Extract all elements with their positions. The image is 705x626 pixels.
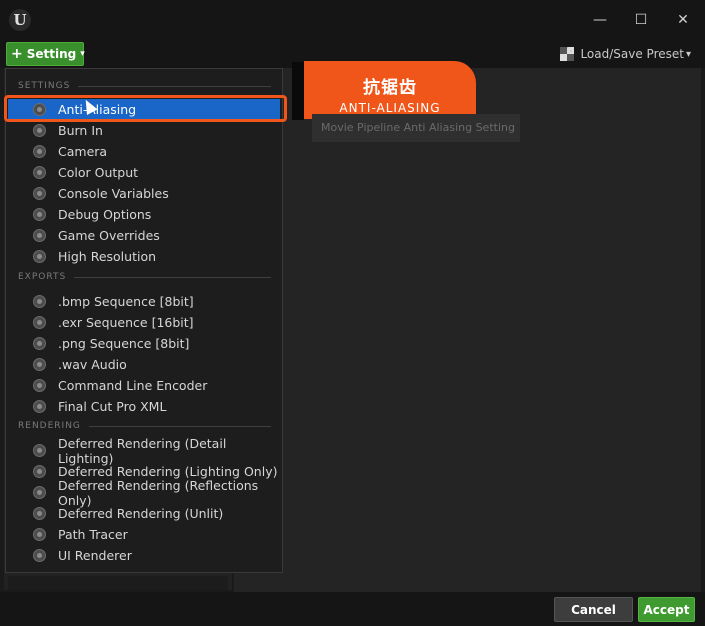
setting-dropdown-menu: SETTINGS Anti-Aliasing Burn In Camera Color … (5, 68, 283, 573)
menu-item[interactable]: Game Overrides (8, 225, 280, 246)
banner-title-cn: 抗锯齿 (363, 78, 417, 98)
menu-item-label: .bmp Sequence [8bit] (58, 294, 194, 309)
setting-type-icon (33, 229, 46, 242)
menu-item[interactable]: Camera (8, 141, 280, 162)
menu-item[interactable]: Deferred Rendering (Unlit) (8, 503, 280, 524)
setting-type-icon (33, 124, 46, 137)
setting-type-icon (33, 465, 46, 478)
setting-type-icon (33, 316, 46, 329)
minimize-icon[interactable]: — (586, 8, 614, 32)
setting-type-icon (33, 549, 46, 562)
footer: Cancel Accept (0, 592, 705, 626)
setting-type-icon (33, 444, 46, 457)
menu-item[interactable]: Deferred Rendering (Detail Lighting) (8, 436, 280, 466)
menu-item[interactable]: .png Sequence [8bit] (8, 333, 280, 354)
movie-render-settings-window: U — ☐ ✕ + Setting ▾ Load/Save Preset ▾ 抗… (0, 0, 705, 626)
menu-item-label: Path Tracer (58, 527, 128, 542)
setting-type-icon (33, 358, 46, 371)
menu-item[interactable]: Deferred Rendering (Reflections Only) (8, 478, 280, 508)
setting-type-icon (33, 187, 46, 200)
menu-item[interactable]: High Resolution (8, 246, 280, 267)
menu-item-label: Deferred Rendering (Unlit) (58, 506, 224, 521)
menu-item-label: .wav Audio (58, 357, 127, 372)
preset-label: Load/Save Preset (580, 47, 684, 61)
setting-type-icon (33, 295, 46, 308)
anti-aliasing-banner: 抗锯齿 ANTI-ALIASING (304, 61, 476, 119)
menu-item[interactable]: Final Cut Pro XML (8, 396, 280, 417)
setting-type-icon (33, 507, 46, 520)
setting-type-icon (33, 208, 46, 221)
accept-button[interactable]: Accept (638, 597, 695, 622)
menu-item-label: Burn In (58, 123, 103, 138)
banner-title-en: ANTI-ALIASING (339, 101, 441, 115)
caret-down-icon: ▾ (685, 48, 691, 60)
menu-item-label: Console Variables (58, 186, 169, 201)
menu-item[interactable]: .wav Audio (8, 354, 280, 375)
item-tooltip: Movie Pipeline Anti Aliasing Setting (312, 114, 520, 142)
add-setting-button[interactable]: + Setting ▾ (6, 42, 85, 66)
menu-item[interactable]: Command Line Encoder (8, 375, 280, 396)
section-divider (74, 276, 271, 278)
section-title: EXPORTS (18, 272, 67, 282)
menu-item[interactable]: .exr Sequence [16bit] (8, 312, 280, 333)
menu-item-label: Command Line Encoder (58, 378, 208, 393)
maximize-icon[interactable]: ☐ (627, 8, 655, 32)
menu-item-label: Debug Options (58, 207, 152, 222)
preset-checker-icon (560, 47, 575, 61)
menu-item-label: Game Overrides (58, 228, 160, 243)
setting-type-icon (33, 528, 46, 541)
setting-type-icon (33, 145, 46, 158)
menu-item-label: .png Sequence [8bit] (58, 336, 190, 351)
section-divider (88, 425, 271, 427)
menu-item[interactable]: Burn In (8, 120, 280, 141)
selection-highlight-frame (4, 95, 287, 122)
section-title: SETTINGS (18, 81, 71, 91)
section-title: RENDERING (18, 421, 81, 431)
caret-down-icon: ▾ (80, 49, 85, 59)
menu-item-label: Final Cut Pro XML (58, 399, 167, 414)
menu-item-label: UI Renderer (58, 548, 132, 563)
close-icon[interactable]: ✕ (669, 8, 697, 32)
title-bar: U — ☐ ✕ (0, 0, 705, 40)
menu-item[interactable]: Color Output (8, 162, 280, 183)
setting-type-icon (33, 400, 46, 413)
menu-section-header: SETTINGS (18, 79, 271, 93)
setting-type-icon (33, 166, 46, 179)
setting-type-icon (33, 379, 46, 392)
menu-item-label: High Resolution (58, 249, 157, 264)
load-save-preset-button[interactable]: Load/Save Preset ▾ (560, 45, 691, 63)
menu-item[interactable]: Console Variables (8, 183, 280, 204)
menu-item[interactable]: Path Tracer (8, 524, 280, 545)
menu-item[interactable]: Debug Options (8, 204, 280, 225)
section-divider (78, 85, 271, 87)
unreal-logo-icon: U (9, 9, 31, 31)
setting-button-label: Setting (26, 47, 77, 61)
panel-scroll-strip (8, 576, 228, 590)
menu-item[interactable]: .bmp Sequence [8bit] (8, 291, 280, 312)
menu-item-label: .exr Sequence [16bit] (58, 315, 194, 330)
setting-type-icon (33, 250, 46, 263)
details-panel (234, 68, 701, 592)
menu-item[interactable]: UI Renderer (8, 545, 280, 566)
menu-section-header: EXPORTS (18, 270, 271, 284)
setting-type-icon (33, 486, 46, 499)
menu-item-label: Camera (58, 144, 108, 159)
panel-divider (292, 62, 304, 120)
menu-section-header: RENDERING (18, 419, 271, 433)
menu-item-label: Color Output (58, 165, 139, 180)
cancel-button[interactable]: Cancel (554, 597, 633, 622)
plus-icon: + (11, 46, 23, 62)
setting-type-icon (33, 337, 46, 350)
